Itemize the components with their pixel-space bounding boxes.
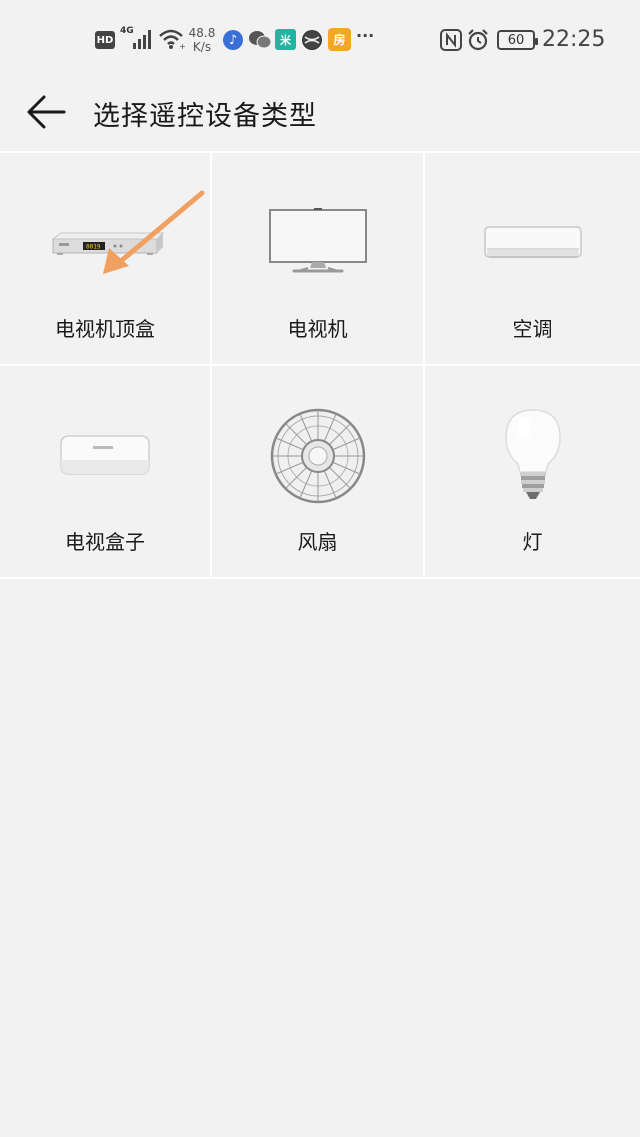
back-arrow-icon [27,95,66,129]
device-air-conditioner[interactable]: 空调 [425,153,640,366]
wifi-icon: + [158,27,186,51]
nfc-icon [440,29,462,51]
tv-box-icon [0,386,210,526]
network-speed: 48.8 K/s [186,24,218,56]
alarm-icon [466,28,490,52]
speed-value: 48.8 [188,26,216,40]
device-set-top-box[interactable]: 0019 电视机顶盒 [0,153,212,366]
header: 选择遥控设备类型 [0,80,640,150]
clock: 22:25 [542,27,606,52]
light-bulb-icon [425,386,640,526]
device-label: 电视盒子 [65,530,145,554]
device-label: 电视机顶盒 [55,317,155,341]
device-label: 空调 [512,317,553,341]
speed-unit: K/s [192,40,212,54]
air-conditioner-icon [425,173,640,313]
more-notifications-icon: ··· [356,26,375,45]
television-icon [212,173,423,313]
set-top-box-icon: 0019 [0,173,210,313]
device-light[interactable]: 灯 [425,366,640,579]
browser-icon [302,30,322,50]
fan-icon [212,386,423,526]
house-app-icon: 房 [328,28,351,51]
page-title: 选择遥控设备类型 [93,101,317,132]
music-app-icon: ♪ [223,30,243,50]
mi-home-icon: 米 [275,29,296,50]
signal-icon [132,28,156,50]
device-television[interactable]: 电视机 [212,153,425,366]
device-label: 灯 [522,530,543,554]
device-label: 风扇 [297,530,338,554]
back-button[interactable] [22,88,70,136]
wechat-icon [248,30,272,50]
device-fan[interactable]: 风扇 [212,366,425,579]
device-grid: 0019 电视机顶盒 电视机 空调 电视盒子 风扇 灯 [0,151,640,579]
device-tv-box[interactable]: 电视盒子 [0,366,212,579]
svg-text:0019: 0019 [86,244,101,251]
status-bar: HD 4G + 48.8 K/s ♪ 米 房 ··· 60 22:25 [0,0,640,80]
battery-indicator: 60 [497,30,538,50]
svg-text:+: + [179,42,186,51]
hd-badge: HD [95,31,115,49]
device-label: 电视机 [287,317,348,341]
